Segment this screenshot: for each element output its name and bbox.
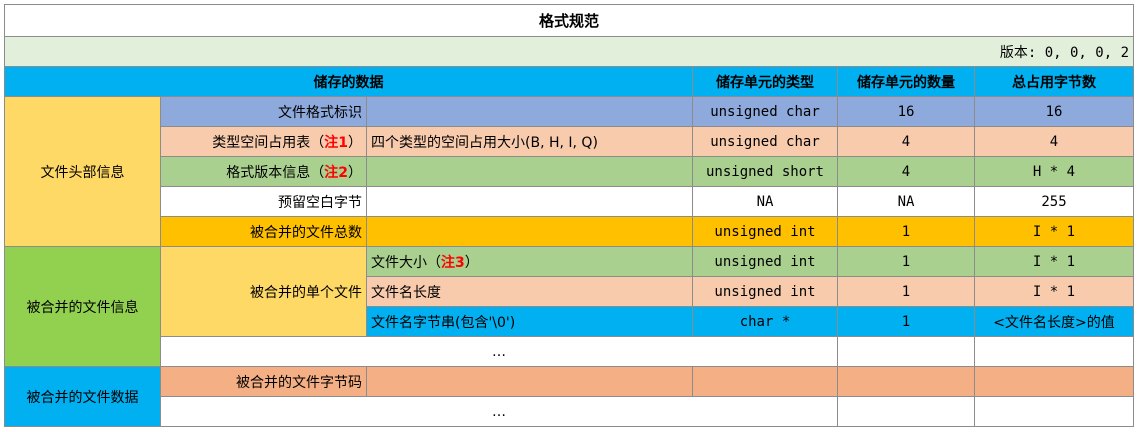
row-format-id-desc[interactable] — [366, 96, 693, 127]
ellipsis-row-1[interactable]: … — [160, 336, 838, 367]
group-merged-file-data[interactable]: 被合并的文件数据 — [4, 366, 161, 427]
format-version-label-text: 格式版本信息（ — [226, 164, 325, 181]
format-spec-sheet: 格式规范 版本: 0, 0, 0, 2 储存的数据 储存单元的类型 储存单元的数… — [3, 4, 1135, 427]
row-file-bytes-count[interactable] — [837, 366, 975, 397]
note-3-mark: 注3 — [441, 254, 465, 271]
row-reserved-desc[interactable] — [366, 186, 693, 217]
row-format-id-type[interactable]: unsigned char — [692, 96, 838, 127]
row-space-table-bytes[interactable]: 4 — [973, 126, 1135, 157]
row-file-total-count[interactable]: 1 — [837, 216, 975, 247]
row-reserved-type[interactable]: NA — [692, 186, 838, 217]
row-file-size-type[interactable]: unsigned int — [692, 246, 838, 277]
row-name-string-count[interactable]: 1 — [837, 306, 975, 337]
row-name-length-type[interactable]: unsigned int — [692, 276, 838, 307]
group-file-header[interactable]: 文件头部信息 — [4, 96, 161, 247]
row-space-table-count[interactable]: 4 — [837, 126, 975, 157]
row-reserved-bytes[interactable]: 255 — [973, 186, 1135, 217]
row-reserved-count[interactable]: NA — [837, 186, 975, 217]
sheet-title[interactable]: 格式规范 — [3, 4, 1135, 37]
row-format-version-label[interactable]: 格式版本信息（注2） — [160, 156, 367, 187]
row-name-length-bytes[interactable]: I * 1 — [973, 276, 1135, 307]
header-unit-count-column[interactable]: 储存单元的数量 — [837, 66, 975, 97]
header-unit-type-column[interactable]: 储存单元的类型 — [692, 66, 838, 97]
header-data-column[interactable]: 储存的数据 — [4, 66, 693, 97]
row-name-string-label[interactable]: 文件名字节串(包含'\0') — [366, 306, 693, 337]
note-1-mark: 注1 — [324, 134, 348, 151]
group-merged-file-info[interactable]: 被合并的文件信息 — [4, 246, 161, 367]
version-cell[interactable]: 版本: 0, 0, 0, 2 — [3, 36, 1135, 67]
file-size-label-text: 文件大小（ — [371, 254, 441, 271]
format-spec-table: 格式规范 版本: 0, 0, 0, 2 储存的数据 储存单元的类型 储存单元的数… — [3, 4, 1135, 427]
row-name-string-type[interactable]: char * — [692, 306, 838, 337]
note-2-mark: 注2 — [324, 164, 348, 181]
row-file-bytes-bytes[interactable] — [973, 366, 1135, 397]
row-format-id-count[interactable]: 16 — [837, 96, 975, 127]
file-size-label-close: ） — [464, 254, 479, 271]
row-format-id-label[interactable]: 文件格式标识 — [160, 96, 367, 127]
row-file-total-desc[interactable] — [366, 216, 693, 247]
row-space-table-desc[interactable]: 四个类型的空间占用大小(B, H, I, Q) — [366, 126, 693, 157]
row-file-bytes-label[interactable]: 被合并的文件字节码 — [160, 366, 367, 397]
row-single-file-label[interactable]: 被合并的单个文件 — [160, 246, 367, 337]
row-file-total-label[interactable]: 被合并的文件总数 — [160, 216, 367, 247]
row-file-total-bytes[interactable]: I * 1 — [973, 216, 1135, 247]
row-file-size-bytes[interactable]: I * 1 — [973, 246, 1135, 277]
header-total-bytes-column[interactable]: 总占用字节数 — [973, 66, 1135, 97]
row-space-table-label[interactable]: 类型空间占用表（注1） — [160, 126, 367, 157]
row-file-size-count[interactable]: 1 — [837, 246, 975, 277]
row-format-version-bytes[interactable]: H * 4 — [973, 156, 1135, 187]
row-name-length-label[interactable]: 文件名长度 — [366, 276, 693, 307]
format-version-label-close: ） — [348, 164, 362, 181]
row-name-string-bytes[interactable]: <文件名长度>的值 — [973, 306, 1135, 337]
space-table-label-close: ） — [348, 134, 362, 151]
ellipsis-row-2[interactable]: … — [160, 396, 838, 427]
row-file-bytes-type[interactable] — [692, 366, 838, 397]
row-format-id-bytes[interactable]: 16 — [973, 96, 1135, 127]
row-format-version-type[interactable]: unsigned short — [692, 156, 838, 187]
ellipsis-row-2-blank[interactable] — [837, 396, 975, 427]
row-file-size-label[interactable]: 文件大小（注3） — [366, 246, 693, 277]
row-space-table-type[interactable]: unsigned char — [692, 126, 838, 157]
ellipsis-row-1-blank[interactable] — [837, 336, 975, 367]
row-format-version-count[interactable]: 4 — [837, 156, 975, 187]
row-format-version-desc[interactable] — [366, 156, 693, 187]
row-reserved-label[interactable]: 预留空白字节 — [160, 186, 367, 217]
space-table-label-text: 类型空间占用表（ — [212, 134, 325, 151]
row-name-length-count[interactable]: 1 — [837, 276, 975, 307]
row-file-bytes-desc[interactable] — [366, 366, 693, 397]
ellipsis-row-2-blank-2[interactable] — [973, 396, 1135, 427]
ellipsis-row-1-blank-2[interactable] — [973, 336, 1135, 367]
row-file-total-type[interactable]: unsigned int — [692, 216, 838, 247]
